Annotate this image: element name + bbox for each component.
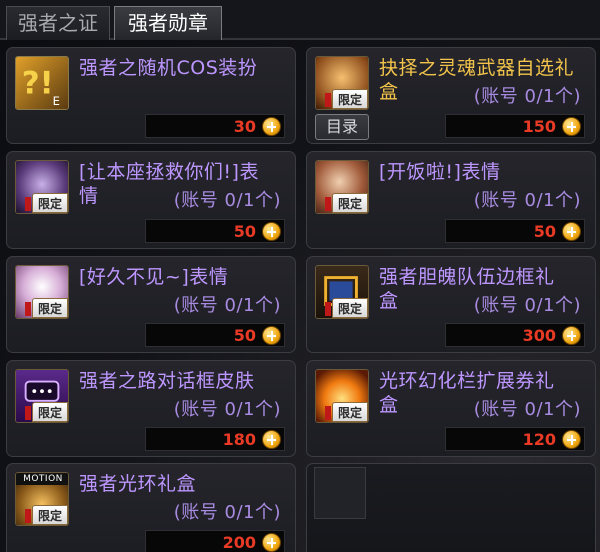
- shop-item-card[interactable]: 限定 [让本座拯救你们!]表 情 (账号 0/1个) 50: [6, 151, 296, 249]
- price-bar: 50: [145, 219, 285, 243]
- item-title: 强者光环礼盒: [79, 473, 197, 495]
- shop-item-card[interactable]: 限定 强者之路对话框皮肤 (账号 0/1个) 180: [6, 360, 296, 457]
- item-title: [开饭啦!]表情: [379, 161, 501, 183]
- item-icon-dialog-skin: 限定: [15, 369, 69, 423]
- tab-strong-medal[interactable]: 强者勋章: [114, 6, 222, 40]
- item-title: [好久不见~]表情: [79, 266, 229, 288]
- svg-text:E: E: [53, 94, 60, 108]
- shop-item-card[interactable]: 限定 [好久不见~]表情 (账号 0/1个) 50: [6, 256, 296, 353]
- limited-badge: 限定: [325, 402, 368, 422]
- price-bar: 180: [145, 427, 285, 451]
- shop-item-card[interactable]: ?! E 强者之随机COS装扮 30: [6, 47, 296, 144]
- limited-badge: 限定: [25, 298, 68, 318]
- tab-strong-proof[interactable]: 强者之证: [6, 6, 110, 40]
- item-title: 强者胆魄队伍边框礼: [379, 266, 555, 288]
- limited-badge: 限定: [325, 193, 368, 213]
- item-limit: (账号 0/1个): [173, 502, 281, 523]
- limited-badge: 限定: [25, 193, 68, 213]
- item-title: 光环幻化栏扩展券礼: [379, 370, 555, 392]
- item-limit: (账号 0/1个): [173, 190, 281, 211]
- item-title: 强者之随机COS装扮: [79, 57, 258, 79]
- cera-coin-icon: [262, 326, 281, 345]
- cera-coin-icon: [562, 326, 581, 345]
- item-limit: (账号 0/1个): [473, 86, 581, 107]
- item-title: 强者之路对话框皮肤: [79, 370, 255, 392]
- price-bar: 50: [445, 219, 585, 243]
- cera-coin-icon: [262, 533, 281, 552]
- item-limit: (账号 0/1个): [473, 399, 581, 420]
- item-price: 150: [522, 117, 556, 136]
- item-icon-frame-box: 限定: [315, 265, 369, 319]
- price-bar: 200: [145, 530, 285, 552]
- item-price: 200: [222, 533, 256, 552]
- shop-item-card[interactable]: 限定 [开饭啦!]表情 (账号 0/1个) 50: [306, 151, 596, 249]
- motion-label: MOTION: [16, 473, 68, 485]
- cera-coin-icon: [262, 117, 281, 136]
- limited-badge: 限定: [25, 505, 68, 525]
- price-bar: 50: [145, 323, 285, 347]
- price-bar: 30: [145, 114, 285, 138]
- item-limit: (账号 0/1个): [473, 295, 581, 316]
- item-icon-emote-dinner: 限定: [315, 160, 369, 214]
- item-icon-emote-long-time: 限定: [15, 265, 69, 319]
- item-price: 50: [533, 222, 556, 241]
- item-limit: (账号 0/1个): [173, 295, 281, 316]
- cera-coin-icon: [562, 117, 581, 136]
- item-price: 50: [233, 326, 256, 345]
- item-icon-emote-save: 限定: [15, 160, 69, 214]
- empty-item-slot: [314, 467, 366, 519]
- item-icon-aura-ticket: 限定: [315, 369, 369, 423]
- item-price: 50: [233, 222, 256, 241]
- item-icon-random-cos: ?! E: [15, 56, 69, 110]
- item-title: 抉择之灵魂武器自选礼: [379, 57, 575, 79]
- price-bar: 150: [445, 114, 585, 138]
- price-bar: 300: [445, 323, 585, 347]
- shop-item-card[interactable]: MOTION 限定 强者光环礼盒 (账号 0/1个) 200: [6, 463, 296, 552]
- item-icon-weapon-box: 限定: [315, 56, 369, 110]
- svg-text:?!: ?!: [22, 66, 54, 102]
- shop-item-card[interactable]: 限定 光环幻化栏扩展券礼 盒 (账号 0/1个) 120: [306, 360, 596, 457]
- item-limit: (账号 0/1个): [473, 190, 581, 211]
- item-icon-aura-box: MOTION 限定: [15, 472, 69, 526]
- shop-window: 强者之证 强者勋章 ?! E 强者之随机COS装扮 30 限定 抉择之灵魂武器自…: [0, 0, 600, 552]
- limited-badge: 限定: [325, 298, 368, 318]
- price-bar: 120: [445, 427, 585, 451]
- item-price: 30: [233, 117, 256, 136]
- item-limit: (账号 0/1个): [173, 399, 281, 420]
- cera-coin-icon: [262, 430, 281, 449]
- cera-coin-icon: [262, 222, 281, 241]
- item-price: 300: [522, 326, 556, 345]
- limited-badge: 限定: [25, 402, 68, 422]
- item-price: 120: [522, 430, 556, 449]
- item-price: 180: [222, 430, 256, 449]
- limited-badge: 限定: [325, 89, 368, 109]
- tab-bar: 强者之证 强者勋章: [0, 0, 600, 40]
- catalog-button[interactable]: 目录: [315, 114, 369, 140]
- item-title: [让本座拯救你们!]表: [79, 161, 259, 183]
- cera-coin-icon: [562, 430, 581, 449]
- shop-item-card[interactable]: 限定 强者胆魄队伍边框礼 盒 (账号 0/1个) 300: [306, 256, 596, 353]
- cera-coin-icon: [562, 222, 581, 241]
- shop-item-card[interactable]: 限定 抉择之灵魂武器自选礼 盒 (账号 0/1个) 目录 150: [306, 47, 596, 144]
